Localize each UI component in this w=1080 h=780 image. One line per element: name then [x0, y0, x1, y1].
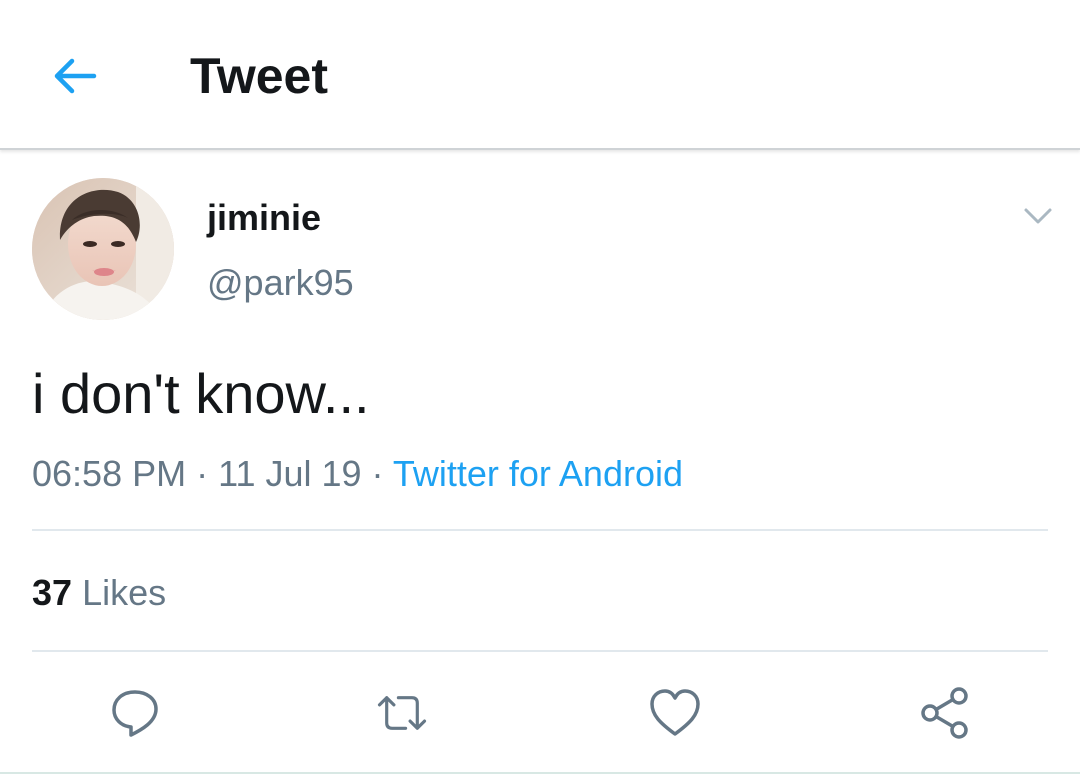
- retweet-button[interactable]: [375, 686, 429, 740]
- reply-button[interactable]: [108, 686, 162, 740]
- display-name[interactable]: jiminie: [207, 196, 321, 240]
- like-button[interactable]: [648, 686, 702, 740]
- tweet-date: 11 Jul 19: [218, 453, 362, 494]
- avatar[interactable]: [32, 178, 174, 320]
- divider: [32, 650, 1048, 652]
- retweet-icon: [377, 696, 427, 730]
- tweet-metadata: 06:58 PM · 11 Jul 19 · Twitter for Andro…: [32, 452, 683, 496]
- likes-count: 37: [32, 572, 73, 613]
- meta-separator: ·: [186, 453, 219, 494]
- page-title: Tweet: [190, 48, 328, 104]
- tweet-options-button[interactable]: [1018, 200, 1058, 232]
- divider: [32, 529, 1048, 531]
- share-icon: [921, 687, 968, 739]
- likes-label: Likes: [82, 572, 167, 613]
- user-handle[interactable]: @park95: [207, 261, 354, 305]
- reply-icon: [112, 690, 158, 737]
- bottom-edge: [0, 772, 1080, 774]
- tweet-time: 06:58 PM: [32, 453, 187, 494]
- meta-separator: ·: [361, 453, 393, 494]
- back-button[interactable]: [44, 46, 104, 106]
- tweet-text: i don't know...: [32, 362, 370, 425]
- app-header: Tweet: [0, 0, 1080, 150]
- arrow-left-icon: [54, 58, 97, 94]
- heart-icon: [650, 689, 700, 736]
- tweet-source-link[interactable]: Twitter for Android: [393, 453, 683, 494]
- share-button[interactable]: [918, 686, 972, 740]
- avatar-photo: [32, 178, 174, 320]
- chevron-down-icon: [1024, 208, 1052, 224]
- tweet-detail-screen: Tweet jiminie @park95 i don't know... 06…: [0, 0, 1080, 780]
- likes-stat[interactable]: 37 Likes: [32, 571, 166, 615]
